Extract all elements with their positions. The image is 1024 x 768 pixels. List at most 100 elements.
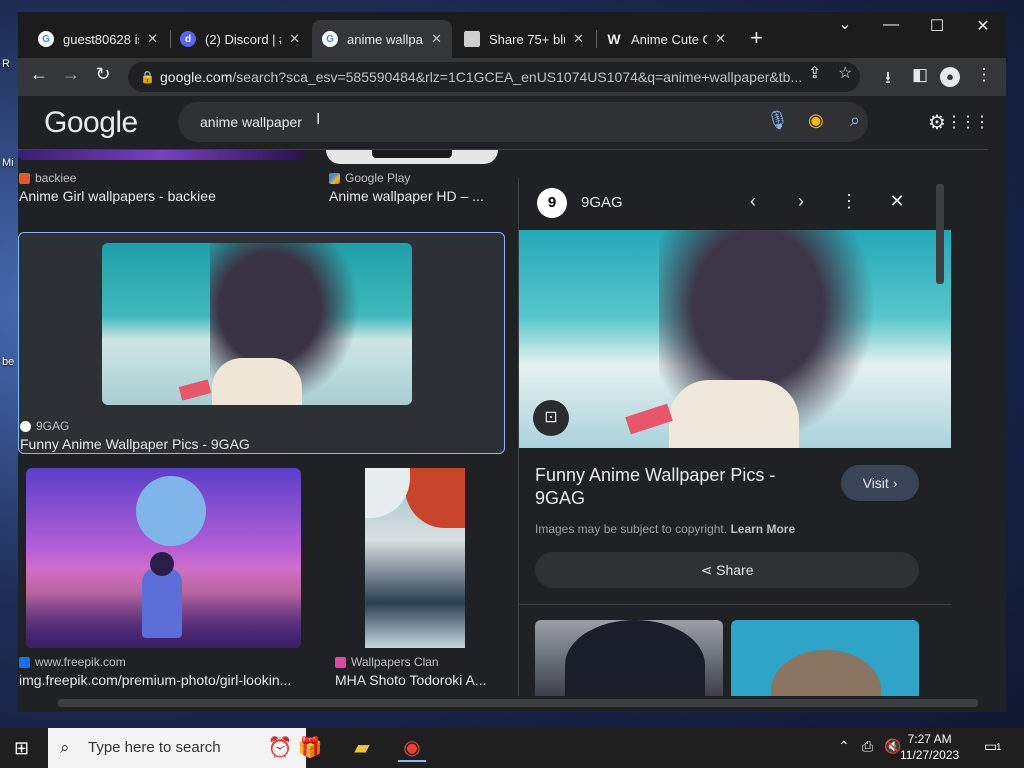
address-path: /search?sca_esv=585590484&rlz=1C1GCEA_en… bbox=[232, 69, 803, 85]
share-button[interactable]: ⋖ Share bbox=[535, 552, 919, 588]
forward-icon[interactable]: → bbox=[58, 64, 84, 85]
panel-source[interactable]: 9GAG bbox=[581, 194, 623, 211]
desktop-icon-label: be bbox=[2, 356, 15, 368]
apps-grid-icon[interactable]: ⋮⋮⋮ bbox=[946, 112, 988, 132]
result-thumbnail[interactable] bbox=[326, 150, 498, 164]
related-image[interactable] bbox=[535, 620, 723, 696]
file-explorer-icon[interactable]: ▰ bbox=[348, 734, 376, 762]
result-caption[interactable]: Anime wallpaper HD – ... bbox=[329, 188, 499, 204]
windows-start-icon[interactable]: ⊞ bbox=[14, 738, 29, 759]
close-icon[interactable]: ✕ bbox=[289, 31, 300, 47]
text-cursor-icon: I bbox=[316, 111, 321, 128]
result-source[interactable]: Wallpapers Clan bbox=[335, 655, 439, 669]
w-icon: W bbox=[607, 31, 621, 47]
selected-result-card[interactable]: 9GAG Funny Anime Wallpaper Pics - 9GAG bbox=[18, 232, 505, 454]
image-preview-panel: 9 9GAG ‹ › ⋮ ✕ ⊡ Funny Anime Wallpaper P… bbox=[518, 178, 951, 696]
back-icon[interactable]: ← bbox=[26, 64, 52, 85]
search-box[interactable]: anime wallpaper I 🎙 ◉ ⌕ bbox=[178, 102, 868, 142]
tab-title: (2) Discord | # bbox=[205, 31, 282, 47]
related-image[interactable] bbox=[731, 620, 919, 696]
maximize-icon[interactable]: ☐ bbox=[914, 16, 960, 36]
google-icon: G bbox=[38, 31, 54, 47]
tab-title: anime wallpap bbox=[347, 31, 424, 47]
settings-gear-icon[interactable]: ⚙ bbox=[928, 110, 946, 135]
taskbar: ⊞ ⌕ Type here to search ⏰ 🎁 ▰ ◉ ⌃ ⎙ 🔇 7:… bbox=[0, 728, 1024, 768]
minimize-icon[interactable]: — bbox=[868, 16, 914, 34]
result-caption[interactable]: img.freepik.com/premium-photo/girl-looki… bbox=[19, 672, 309, 688]
discord-icon: d bbox=[180, 31, 196, 47]
microphone-icon[interactable]: 🎙 bbox=[766, 110, 789, 131]
more-options-icon[interactable]: ⋮ bbox=[837, 191, 861, 212]
previous-icon[interactable]: ‹ bbox=[741, 191, 765, 212]
google-logo[interactable]: Google bbox=[44, 106, 138, 140]
google-icon: G bbox=[322, 31, 338, 47]
notification-count: 1 bbox=[996, 742, 1002, 753]
tab-anime-cute[interactable]: W Anime Cute G ✕ bbox=[596, 20, 736, 58]
horizontal-scrollbar[interactable] bbox=[58, 699, 978, 707]
search-query[interactable]: anime wallpaper bbox=[200, 114, 302, 130]
reload-icon[interactable]: ↻ bbox=[90, 64, 116, 85]
9gag-icon bbox=[20, 420, 31, 432]
share-icon: ⋖ bbox=[700, 562, 713, 578]
chrome-icon[interactable]: ◉ bbox=[398, 734, 426, 762]
close-icon[interactable]: ✕ bbox=[431, 31, 442, 47]
network-icon[interactable]: ⎙ bbox=[862, 738, 873, 755]
tab-title: guest80628 is bbox=[63, 31, 140, 47]
desktop-icon-label: R bbox=[2, 58, 10, 70]
result-thumbnail[interactable] bbox=[102, 243, 412, 405]
close-icon[interactable]: ✕ bbox=[715, 31, 726, 47]
show-hidden-icons[interactable]: ⌃ bbox=[838, 738, 850, 755]
search-icon: ⌕ bbox=[60, 738, 70, 757]
share-page-icon[interactable]: ⇪ bbox=[808, 63, 821, 83]
preview-image[interactable]: ⊡ bbox=[519, 230, 951, 448]
panel-title[interactable]: Funny Anime Wallpaper Pics - 9GAG bbox=[535, 464, 825, 510]
result-thumbnail[interactable] bbox=[18, 150, 305, 160]
menu-kebab-icon[interactable]: ⋮ bbox=[972, 65, 996, 85]
browser-window: G guest80628 is ✕ d (2) Discord | # ✕ G … bbox=[18, 12, 1006, 712]
close-icon[interactable]: ✕ bbox=[885, 191, 909, 212]
result-caption[interactable]: Funny Anime Wallpaper Pics - 9GAG bbox=[20, 436, 420, 452]
result-source[interactable]: www.freepik.com bbox=[19, 655, 126, 669]
bookmark-star-icon[interactable]: ☆ bbox=[838, 63, 852, 83]
panel-header: 9 9GAG ‹ › ⋮ ✕ bbox=[519, 178, 951, 228]
lock-icon: 🔒 bbox=[140, 70, 155, 84]
tab-discord[interactable]: d (2) Discord | # ✕ bbox=[170, 20, 310, 58]
panel-scrollbar[interactable] bbox=[936, 184, 944, 284]
result-source[interactable]: backiee bbox=[19, 171, 76, 185]
copyright-notice: Images may be subject to copyright. Lear… bbox=[535, 522, 796, 536]
next-icon[interactable]: › bbox=[789, 191, 813, 212]
tab-anime-wallpaper[interactable]: G anime wallpap ✕ bbox=[312, 20, 452, 58]
tab-title: Share 75+ blu bbox=[489, 31, 566, 47]
google-play-icon bbox=[329, 172, 340, 184]
system-clock[interactable]: 7:27 AM 11/27/2023 bbox=[900, 731, 959, 763]
result-caption[interactable]: MHA Shoto Todoroki A... bbox=[335, 672, 495, 688]
desktop-icon-label: Mi bbox=[2, 157, 14, 169]
result-source[interactable]: 9GAG bbox=[20, 419, 69, 433]
search-icon[interactable]: ⌕ bbox=[850, 110, 860, 131]
tab-title: Anime Cute G bbox=[631, 31, 708, 47]
close-icon[interactable]: ✕ bbox=[147, 31, 158, 47]
visit-button[interactable]: Visit › bbox=[841, 465, 919, 501]
side-panel-icon[interactable]: ◧ bbox=[908, 65, 932, 85]
profile-icon[interactable]: ● bbox=[940, 67, 960, 87]
gift-icon[interactable]: 🎁 bbox=[296, 734, 324, 762]
tab-strip: G guest80628 is ✕ d (2) Discord | # ✕ G … bbox=[18, 12, 1006, 58]
tab-share[interactable]: Share 75+ blu ✕ bbox=[454, 20, 594, 58]
alarm-clock-icon[interactable]: ⏰ bbox=[266, 734, 294, 762]
download-icon[interactable]: ⭳ bbox=[876, 65, 900, 94]
result-thumbnail[interactable] bbox=[365, 468, 465, 648]
result-caption[interactable]: Anime Girl wallpapers - backiee bbox=[19, 188, 299, 204]
tab-guest[interactable]: G guest80628 is ✕ bbox=[28, 20, 168, 58]
new-tab-icon[interactable]: + bbox=[750, 25, 763, 51]
address-bar[interactable]: 🔒 google.com/search?sca_esv=585590484&rl… bbox=[128, 62, 860, 92]
learn-more-link[interactable]: Learn More bbox=[730, 522, 795, 536]
result-source[interactable]: Google Play bbox=[329, 171, 410, 185]
tab-search-icon[interactable]: ⌄ bbox=[822, 14, 868, 34]
volume-muted-icon[interactable]: 🔇 bbox=[884, 738, 901, 755]
close-icon[interactable]: ✕ bbox=[573, 31, 584, 47]
google-lens-icon[interactable]: ◉ bbox=[808, 110, 824, 131]
lens-search-icon[interactable]: ⊡ bbox=[533, 400, 569, 436]
close-window-icon[interactable]: ✕ bbox=[960, 16, 1006, 36]
result-thumbnail[interactable] bbox=[26, 468, 301, 648]
google-header: Google anime wallpaper I 🎙 ◉ ⌕ ⚙ ⋮⋮⋮ bbox=[18, 96, 988, 150]
